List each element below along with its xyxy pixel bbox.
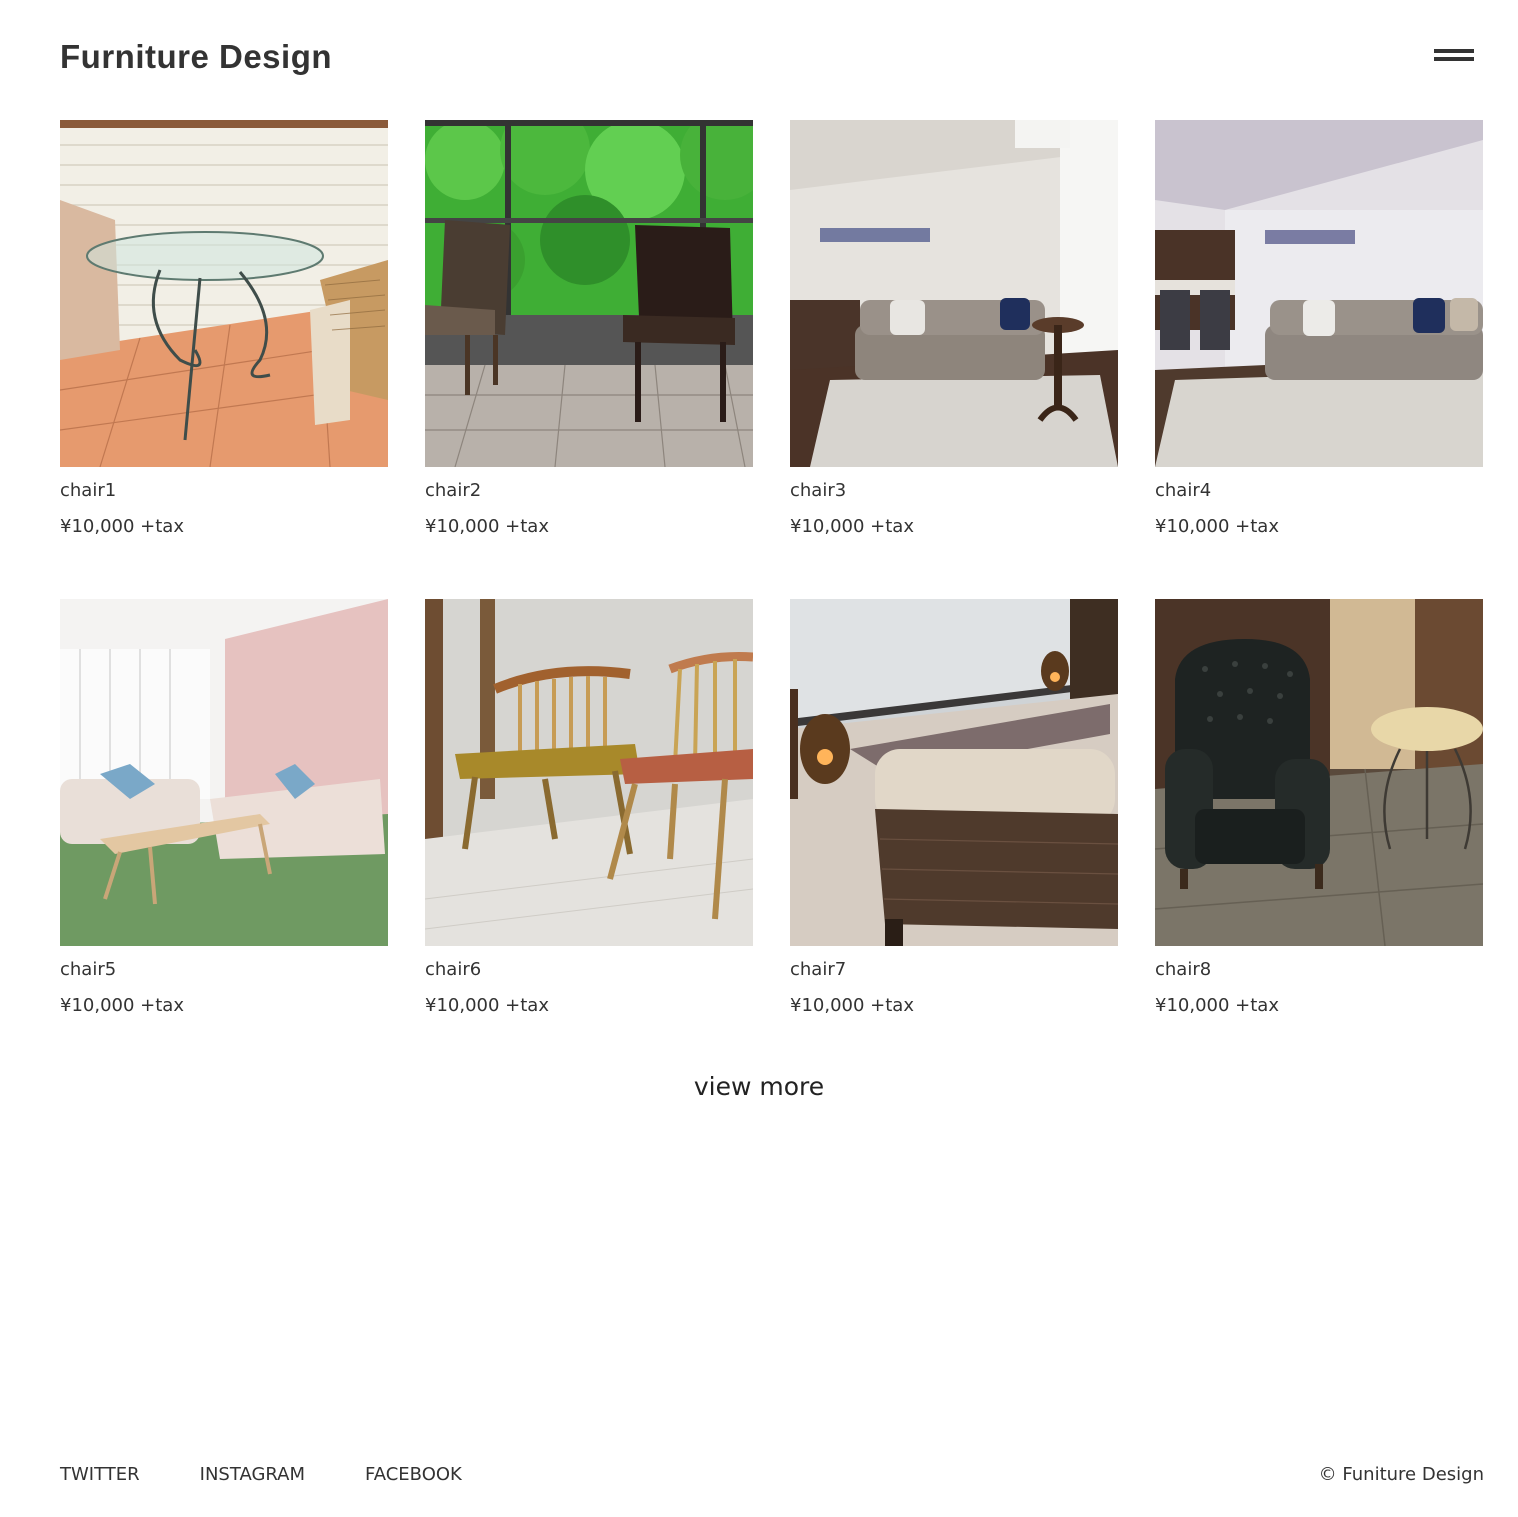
product-name[interactable]: chair1: [60, 480, 388, 502]
product-price: ¥10,000 +tax: [60, 516, 184, 537]
product-price: ¥10,000 +tax: [790, 995, 914, 1016]
menu-bar-top: [1434, 49, 1474, 53]
product-price: ¥10,000 +tax: [1155, 516, 1279, 537]
product-price: ¥10,000 +tax: [790, 516, 914, 537]
product-price: ¥10,000 +tax: [60, 995, 184, 1016]
product-card[interactable]: chair3 ¥10,000 +tax: [790, 120, 1118, 545]
patio-glass-table-wicker-chairs-photo[interactable]: [60, 120, 388, 467]
menu-bar-bottom: [1434, 57, 1474, 61]
product-name[interactable]: chair2: [425, 480, 753, 502]
product-name[interactable]: chair7: [790, 959, 1118, 981]
product-name[interactable]: chair6: [425, 959, 753, 981]
site-footer: TWITTER INSTAGRAM FACEBOOK © Funiture De…: [60, 1463, 1484, 1487]
social-links: TWITTER INSTAGRAM FACEBOOK: [60, 1463, 462, 1487]
dining-chairs-forest-window-photo[interactable]: [425, 120, 753, 467]
wooden-windsor-bench-chair-photo[interactable]: [425, 599, 753, 946]
product-card[interactable]: chair7 ¥10,000 +tax: [790, 599, 1118, 1024]
product-grid: chair1 ¥10,000 +tax chair2 ¥10,000 +tax …: [60, 120, 1484, 1024]
product-card[interactable]: chair2 ¥10,000 +tax: [425, 120, 753, 545]
view-more-section: view more: [0, 1072, 1518, 1101]
facebook-link[interactable]: FACEBOOK: [365, 1463, 462, 1487]
living-room-grey-sofa-photo[interactable]: [790, 120, 1118, 467]
product-card[interactable]: chair6 ¥10,000 +tax: [425, 599, 753, 1024]
site-logo[interactable]: Furniture Design: [60, 36, 332, 78]
living-room-sofa-kitchen-photo[interactable]: [1155, 120, 1483, 467]
ottoman-lantern-room-photo[interactable]: [790, 599, 1118, 946]
pink-room-sofa-coffee-table-photo[interactable]: [60, 599, 388, 946]
product-card[interactable]: chair4 ¥10,000 +tax: [1155, 120, 1483, 545]
product-name[interactable]: chair8: [1155, 959, 1483, 981]
copyright-text: © Funiture Design: [1318, 1464, 1484, 1485]
product-card[interactable]: chair1 ¥10,000 +tax: [60, 120, 388, 545]
product-name[interactable]: chair5: [60, 959, 388, 981]
leather-armchair-side-table-photo[interactable]: [1155, 599, 1483, 946]
product-name[interactable]: chair3: [790, 480, 1118, 502]
twitter-link[interactable]: TWITTER: [60, 1463, 140, 1487]
view-more-link[interactable]: view more: [694, 1072, 824, 1101]
product-name[interactable]: chair4: [1155, 480, 1483, 502]
product-price: ¥10,000 +tax: [1155, 995, 1279, 1016]
product-price: ¥10,000 +tax: [425, 516, 549, 537]
product-card[interactable]: chair5 ¥10,000 +tax: [60, 599, 388, 1024]
instagram-link[interactable]: INSTAGRAM: [200, 1463, 305, 1487]
hamburger-menu-icon[interactable]: [1434, 46, 1474, 66]
site-header: Furniture Design: [60, 36, 1474, 80]
product-card[interactable]: chair8 ¥10,000 +tax: [1155, 599, 1483, 1024]
product-price: ¥10,000 +tax: [425, 995, 549, 1016]
